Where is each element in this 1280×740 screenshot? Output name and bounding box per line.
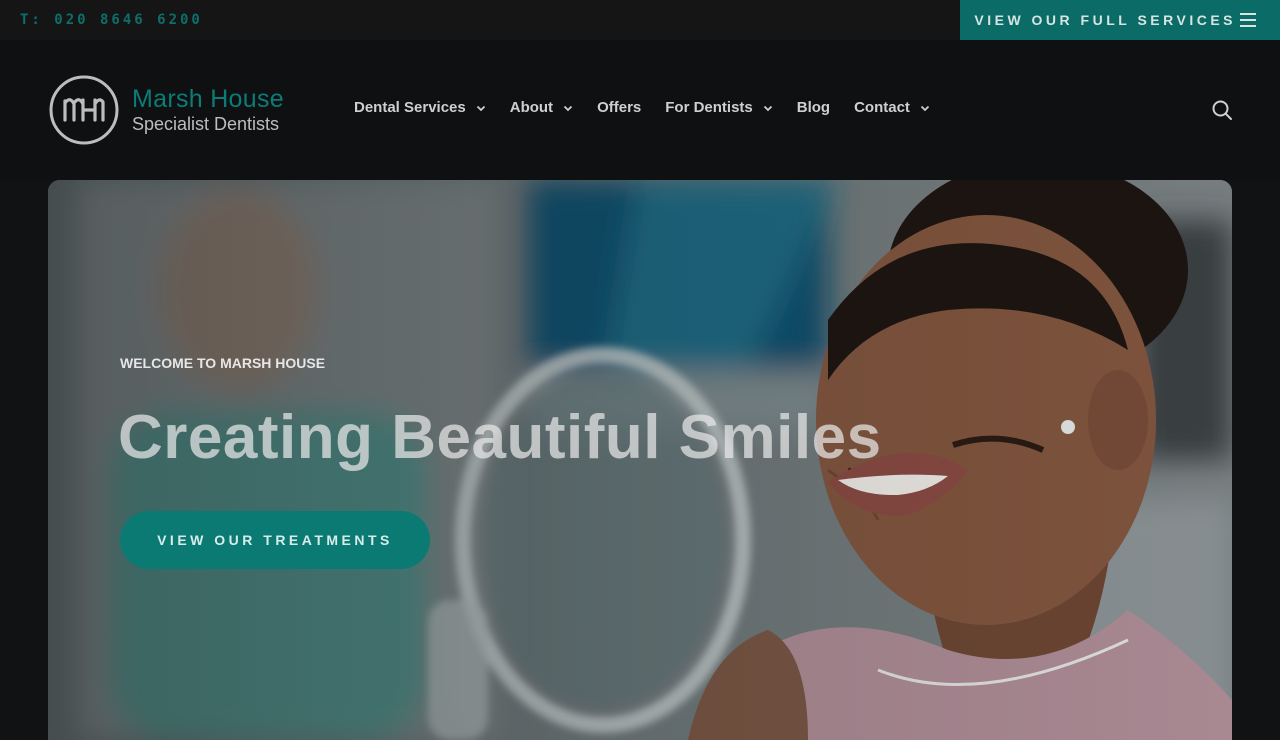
view-treatments-button[interactable]: VIEW OUR TREATMENTS (120, 511, 430, 569)
nav-item-contact[interactable]: Contact (854, 99, 930, 116)
search-icon[interactable] (1211, 99, 1233, 121)
chevron-down-icon (920, 105, 930, 111)
nav-item-about[interactable]: About (510, 99, 573, 116)
view-full-services-label: VIEW OUR FULL SERVICES (974, 12, 1236, 28)
nav-item-label: About (509, 99, 554, 116)
view-full-services-button[interactable]: VIEW OUR FULL SERVICES (960, 0, 1280, 40)
site-header: Marsh House Specialist Dentists Dental S… (0, 40, 1280, 180)
logo-name: Marsh House (132, 85, 284, 113)
nav-item-offers[interactable]: Offers (597, 99, 641, 116)
chevron-down-icon (763, 105, 772, 111)
nav-item-dental-services[interactable]: Dental Services (354, 99, 486, 116)
hero-headline: Creating Beautiful Smiles (118, 403, 882, 472)
logo-tagline: Specialist Dentists (132, 114, 280, 134)
hero-banner: WELCOME TO MARSH HOUSE Creating Beautifu… (48, 180, 1232, 740)
top-bar: T: 020 8646 6200 VIEW OUR FULL SERVICES (0, 0, 1280, 40)
nav-item-label: Contact (854, 99, 910, 116)
nav-item-label: For Dentists (665, 99, 753, 116)
main-nav: Dental Services About Offers For Dentist… (354, 99, 954, 116)
hero-eyebrow: WELCOME TO MARSH HOUSE (120, 355, 326, 371)
nav-item-label: Blog (796, 99, 831, 116)
logo[interactable]: Marsh House Specialist Dentists (48, 74, 284, 146)
phone-number[interactable]: T: 020 8646 6200 (20, 12, 203, 28)
chevron-down-icon (476, 105, 485, 111)
chevron-down-icon (563, 105, 573, 111)
nav-item-for-dentists[interactable]: For Dentists (665, 99, 773, 116)
nav-item-blog[interactable]: Blog (797, 99, 830, 116)
nav-item-label: Offers (597, 99, 642, 116)
hamburger-icon (1240, 13, 1256, 27)
nav-item-label: Dental Services (354, 99, 466, 116)
mh-monogram-icon (49, 75, 119, 145)
